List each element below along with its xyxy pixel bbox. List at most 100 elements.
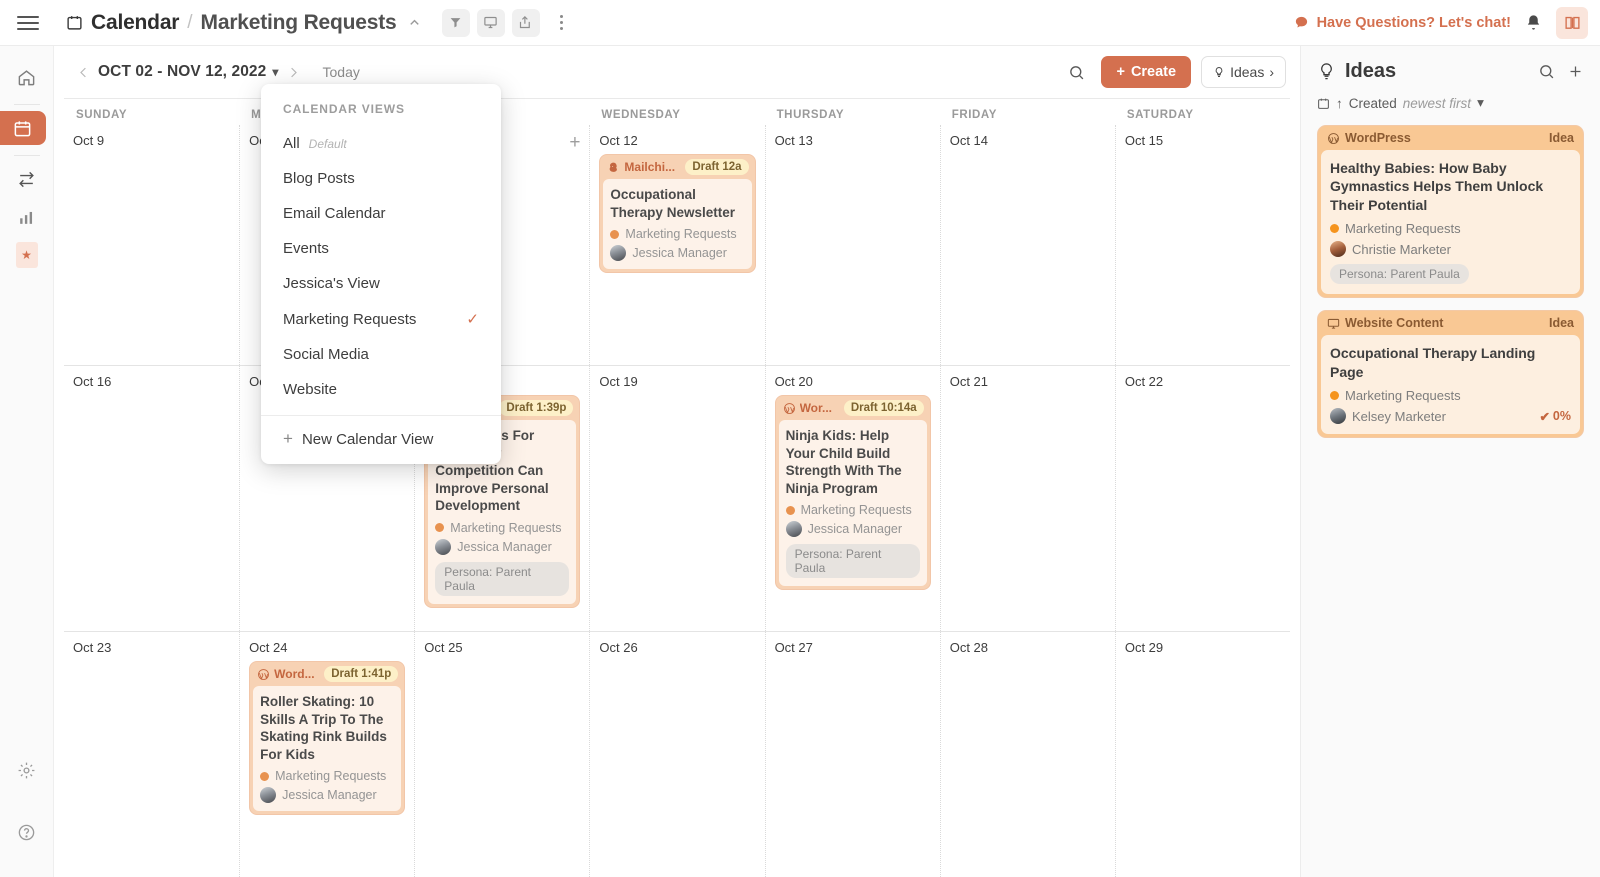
calendar-day-cell[interactable]: Oct 12 Mailchi... Draft 12a Occupational… — [589, 125, 764, 365]
calendar-day-cell[interactable]: Oct 14 — [939, 125, 1115, 365]
list-color-dot — [1330, 224, 1339, 234]
dropdown-item-label: Marketing Requests — [283, 310, 417, 328]
left-nav-rail: ★ — [0, 46, 54, 877]
idea-list-row: Marketing Requests — [1330, 221, 1571, 236]
mailchimp-icon — [607, 161, 620, 174]
dropdown-item-all[interactable]: All Default — [261, 126, 501, 161]
dropdown-item-marketing-requests[interactable]: Marketing Requests ✓ — [261, 301, 501, 337]
calendar-event-card[interactable]: Mailchi... Draft 12a Occupational Therap… — [599, 154, 756, 274]
dropdown-item-events[interactable]: Events — [261, 231, 501, 266]
dropdown-item-website[interactable]: Website — [261, 372, 501, 407]
add-event-icon[interactable]: + — [569, 133, 580, 152]
ideas-toggle-label: Ideas — [1230, 64, 1265, 80]
calendar-day-cell[interactable]: Oct 23 — [64, 632, 239, 877]
calendar-day-cell[interactable]: Oct 24 Word... Draft 1:41p Roller Skatin… — [239, 632, 414, 877]
nav-analytics[interactable] — [7, 200, 47, 234]
ideas-sort-control[interactable]: ↑ Created newest first ▾ — [1317, 95, 1584, 111]
previous-period-icon[interactable] — [68, 57, 98, 87]
calendar-day-cell[interactable]: Oct 26 — [589, 632, 764, 877]
next-period-icon[interactable] — [279, 57, 309, 87]
calendar-day-cell[interactable]: Oct 9 — [64, 125, 239, 365]
ideas-toggle-button[interactable]: Ideas › — [1201, 56, 1286, 88]
today-button[interactable]: Today — [323, 64, 360, 80]
calendar-event-card[interactable]: Word... Draft 1:41p Roller Skating: 10 S… — [249, 661, 406, 816]
list-color-dot — [435, 523, 445, 533]
nav-settings[interactable] — [7, 753, 47, 787]
calendar-day-cell[interactable]: Oct 22 — [1114, 366, 1290, 631]
calendar-week-row: Oct 16 Oct 17 Oct 18 Word... Draft 1:39p — [64, 365, 1290, 631]
list-color-dot — [610, 229, 620, 239]
day-number: Oct 9 — [73, 133, 105, 148]
weekday-header-row: SUNDAYMONDAYTUESDAYWEDNESDAYTHURSDAYFRID… — [64, 98, 1290, 125]
display-monitor-icon[interactable] — [476, 8, 505, 37]
nav-calendar[interactable] — [0, 111, 46, 145]
idea-card[interactable]: WordPress Idea Healthy Babies: How Baby … — [1317, 125, 1584, 299]
calendar-day-cell[interactable]: Oct 13 — [764, 125, 940, 365]
calendar-day-cell[interactable]: Oct 19 — [589, 366, 764, 631]
more-options-icon[interactable] — [551, 15, 573, 30]
breadcrumb-calendar[interactable]: Calendar — [91, 11, 179, 35]
event-assignee-label: Jessica Manager — [807, 522, 903, 537]
dropdown-item-social-media[interactable]: Social Media — [261, 337, 501, 372]
chat-bubble-icon — [1294, 15, 1309, 30]
top-bar: Calendar / Marketing Requests Have Quest… — [0, 0, 1600, 46]
day-number: Oct 21 — [949, 374, 988, 389]
event-source-label: Mailchi... — [624, 160, 676, 174]
share-icon[interactable] — [511, 8, 540, 37]
calendar-day-cell[interactable]: Oct 27 — [764, 632, 940, 877]
knowledge-book-icon[interactable] — [1556, 6, 1588, 39]
breadcrumb-current-view[interactable]: Marketing Requests — [201, 11, 397, 35]
event-title: Roller Skating: 10 Skills A Trip To The … — [260, 694, 387, 762]
day-number: Oct 25 — [424, 640, 463, 655]
nav-home[interactable] — [7, 60, 47, 94]
dropdown-item-blog-posts[interactable]: Blog Posts — [261, 161, 501, 196]
filter-icon[interactable] — [441, 8, 470, 37]
date-range-selector[interactable]: OCT 02 - NOV 12, 2022 ▾ — [98, 63, 279, 81]
calendar-views-dropdown: CALENDAR VIEWS All Default Blog Posts Em… — [261, 84, 501, 464]
new-calendar-view-button[interactable]: + New Calendar View — [261, 416, 501, 464]
calendar-day-cell[interactable]: Oct 29 — [1114, 632, 1290, 877]
search-icon[interactable] — [1061, 57, 1091, 87]
nav-help[interactable] — [7, 815, 47, 849]
chat-link[interactable]: Have Questions? Let's chat! — [1294, 15, 1511, 31]
nav-workflows[interactable] — [7, 162, 47, 196]
calendar-day-cell[interactable]: Oct 25 — [414, 632, 589, 877]
calendar-day-cell[interactable]: Oct 21 — [939, 366, 1115, 631]
calendar-day-cell[interactable]: Oct 16 — [64, 366, 239, 631]
rail-divider — [13, 104, 40, 105]
calendar-day-cell[interactable]: Oct 20 Wor... Draft 10:14a Ninja Kids: H… — [764, 366, 940, 631]
dropdown-item-label: Social Media — [283, 346, 369, 363]
event-tag: Persona: Parent Paula — [785, 544, 920, 579]
idea-title: Healthy Babies: How Baby Gymnastics Help… — [1330, 160, 1544, 213]
notifications-bell-icon[interactable] — [1525, 14, 1542, 31]
event-tag: Persona: Parent Paula — [435, 561, 570, 596]
calendar-day-cell[interactable]: Oct 28 — [939, 632, 1115, 877]
idea-card[interactable]: Website Content Idea Occupational Therap… — [1317, 310, 1584, 439]
app-root: Calendar / Marketing Requests Have Quest… — [0, 0, 1600, 877]
breadcrumb-separator: / — [187, 11, 193, 33]
chevron-up-icon[interactable] — [407, 15, 422, 30]
body: ★ OCT 02 - NOV 12, 2022 ▾ Today + Create… — [0, 46, 1600, 877]
hamburger-menu-icon[interactable] — [0, 15, 56, 30]
event-card-body: Roller Skating: 10 Skills A Trip To The … — [253, 686, 402, 812]
day-cell-header: Oct 24 — [249, 640, 405, 655]
create-button[interactable]: + Create — [1101, 56, 1192, 88]
list-color-dot — [260, 771, 270, 781]
ideas-card-list: WordPress Idea Healthy Babies: How Baby … — [1317, 125, 1584, 439]
add-idea-icon[interactable] — [1567, 63, 1584, 80]
ideas-search-icon[interactable] — [1538, 63, 1555, 80]
rail-divider-2 — [13, 155, 40, 156]
calendar-event-card[interactable]: Wor... Draft 10:14a Ninja Kids: Help You… — [774, 395, 931, 591]
date-range-label: OCT 02 - NOV 12, 2022 — [98, 63, 267, 80]
event-list-label: Marketing Requests — [800, 503, 912, 518]
dropdown-item-email-calendar[interactable]: Email Calendar — [261, 196, 501, 231]
idea-source-label: WordPress — [1345, 131, 1411, 145]
event-card-header: Word... Draft 1:41p — [250, 662, 404, 686]
day-number: Oct 29 — [1124, 640, 1164, 655]
calendar-day-cell[interactable]: Oct 15 — [1114, 125, 1290, 365]
calendar-grid: SUNDAYMONDAYTUESDAYWEDNESDAYTHURSDAYFRID… — [54, 98, 1300, 877]
nav-favorites[interactable]: ★ — [7, 238, 47, 272]
idea-kind-label: Idea — [1548, 316, 1574, 331]
dropdown-item-label: Events — [283, 240, 329, 257]
dropdown-item-jessica-s-view[interactable]: Jessica's View — [261, 266, 501, 301]
